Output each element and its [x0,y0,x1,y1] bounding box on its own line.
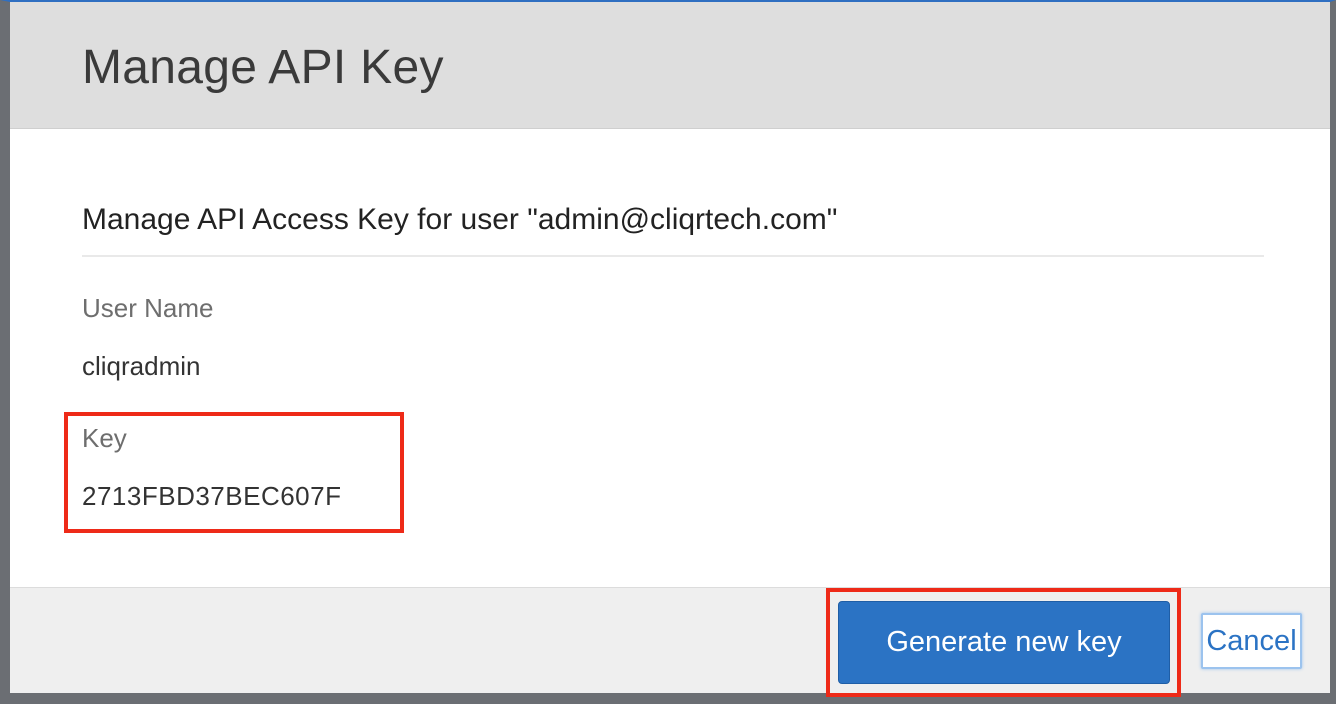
cancel-button[interactable]: Cancel [1201,613,1302,669]
generate-new-key-button[interactable]: Generate new key [838,601,1170,684]
dialog-window: Manage API Key Manage API Access Key for… [0,0,1336,704]
section-divider [82,255,1264,257]
user-name-label: User Name [82,293,214,323]
key-highlight-box [64,412,404,533]
dialog-title: Manage API Key [82,41,444,94]
dialog-body: Manage API Access Key for user "admin@cl… [10,129,1330,587]
dialog-header: Manage API Key [10,2,1330,129]
user-name-value: cliqradmin [82,351,201,381]
section-heading: Manage API Access Key for user "admin@cl… [82,203,838,236]
dialog-footer: Generate new key Cancel [10,587,1330,697]
